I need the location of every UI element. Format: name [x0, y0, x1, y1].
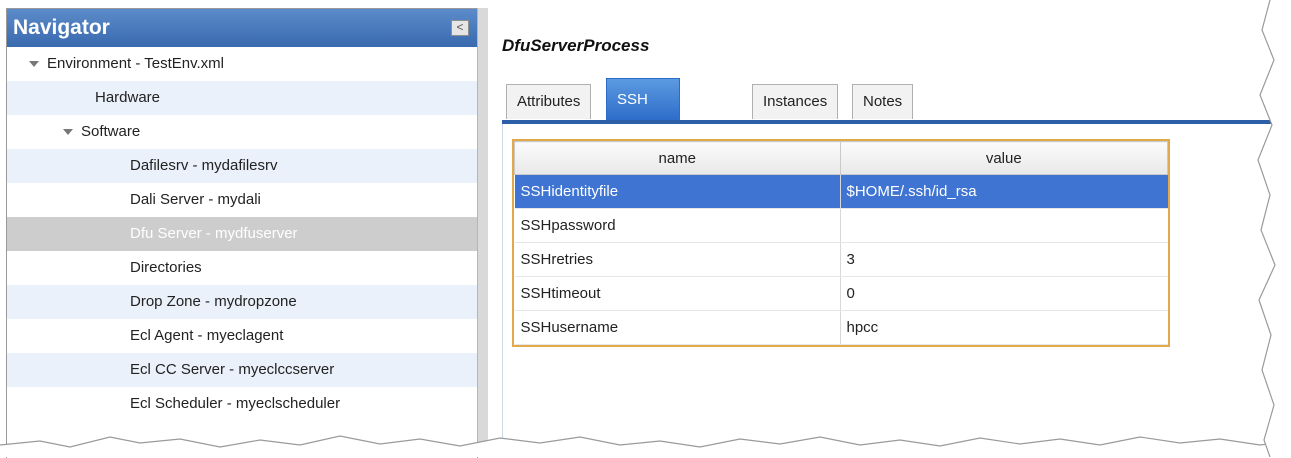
tab-attributes[interactable]: Attributes — [506, 84, 592, 119]
tree-item-ecl-agent[interactable]: Ecl Agent - myeclagent — [7, 319, 477, 353]
navigator-panel: Navigator < Environment - TestEnv.xml Ha… — [6, 8, 478, 458]
tree-item-ecl-scheduler[interactable]: Ecl Scheduler - myeclscheduler — [7, 387, 477, 421]
cell-name[interactable]: SSHusername — [514, 310, 841, 345]
tree-item-label: Directories — [130, 259, 202, 276]
cell-name[interactable]: SSHretries — [514, 242, 841, 277]
cell-name[interactable]: SSHpassword — [514, 208, 841, 243]
tree-item-label: Software — [81, 123, 141, 140]
ssh-options-grid: name value SSHidentityfile $HOME/.ssh/id… — [512, 139, 1170, 347]
cell-name[interactable]: SSHidentityfile — [514, 174, 841, 209]
tree-item-drop-zone[interactable]: Drop Zone - mydropzone — [7, 285, 477, 319]
table-row[interactable]: SSHtimeout 0 — [514, 276, 1168, 311]
tree-item-label: Environment - TestEnv.xml — [47, 55, 225, 72]
tree-item-label: Dali Server - mydali — [130, 191, 261, 208]
navigator-title: Navigator — [13, 16, 110, 39]
tree-item-label: Ecl CC Server - myeclccserver — [130, 361, 335, 378]
tree-item-dali-server[interactable]: Dali Server - mydali — [7, 183, 477, 217]
table-row[interactable]: SSHretries 3 — [514, 242, 1168, 277]
tree-item-label: Ecl Scheduler - myeclscheduler — [130, 395, 341, 412]
page-title: DfuServerProcess — [502, 36, 650, 55]
cell-name[interactable]: SSHtimeout — [514, 276, 841, 311]
tree-item-dafilesrv[interactable]: Dafilesrv - mydafilesrv — [7, 149, 477, 183]
tab-instances[interactable]: Instances — [752, 84, 839, 119]
tree-item-directories[interactable]: Directories — [7, 251, 477, 285]
navigator-header: Navigator < — [7, 9, 477, 47]
cell-value[interactable] — [840, 208, 1168, 243]
tree-item-environment[interactable]: Environment - TestEnv.xml — [7, 47, 477, 81]
tree-item-hardware[interactable]: Hardware — [7, 81, 477, 115]
cell-value[interactable]: 3 — [840, 242, 1168, 277]
tree-item-label: Dafilesrv - mydafilesrv — [130, 157, 278, 174]
tree-item-label: Ecl Agent - myeclagent — [130, 327, 284, 344]
cell-value[interactable]: 0 — [840, 276, 1168, 311]
table-row[interactable]: SSHusername hpcc — [514, 310, 1168, 345]
tree-item-label: Hardware — [95, 89, 161, 106]
tree-item-label: Drop Zone - mydropzone — [130, 293, 297, 310]
cell-value[interactable]: hpcc — [840, 310, 1168, 345]
tree-item-software[interactable]: Software — [7, 115, 477, 149]
tab-ssh-options[interactable]: SSH Options — [606, 78, 680, 150]
collapse-icon[interactable]: < — [451, 20, 469, 36]
chevron-down-icon[interactable] — [63, 129, 73, 136]
detail-panel: DfuServerProcess Attributes SSH Options … — [488, 8, 1291, 457]
column-header-value[interactable]: value — [839, 141, 1168, 175]
tree-item-ecl-cc-server[interactable]: Ecl CC Server - myeclccserver — [7, 353, 477, 387]
cell-value[interactable]: $HOME/.ssh/id_rsa — [840, 174, 1168, 209]
grid-header-row: name value — [514, 141, 1168, 175]
table-row[interactable]: SSHpassword — [514, 208, 1168, 243]
tree-item-dfu-server[interactable]: Dfu Server - mydfuserver — [7, 217, 477, 251]
chevron-down-icon[interactable] — [29, 61, 39, 68]
column-header-name[interactable]: name — [514, 141, 841, 175]
tree-item-label: Dfu Server - mydfuserver — [130, 225, 298, 242]
tab-notes[interactable]: Notes — [852, 84, 914, 119]
table-row[interactable]: SSHidentityfile $HOME/.ssh/id_rsa — [514, 174, 1168, 209]
